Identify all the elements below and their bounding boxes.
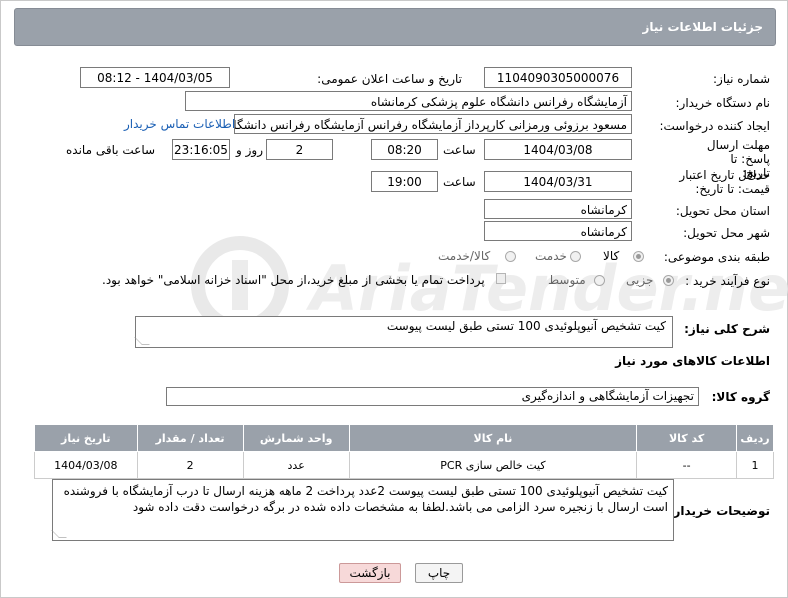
- payment-checkbox[interactable]: [496, 273, 506, 284]
- need-number-field[interactable]: 1104090305000076: [484, 67, 632, 88]
- process-option-medium: متوسط: [548, 273, 586, 287]
- category-radio-goods-service[interactable]: [505, 251, 516, 262]
- cell-item-name: کیت خالص سازی PCR: [348, 451, 638, 479]
- cell-quantity: 2: [136, 451, 244, 479]
- deadline-time-word: ساعت: [443, 143, 476, 157]
- payment-text: پرداخت تمام یا بخشی از مبلغ خرید،از محل …: [102, 273, 485, 287]
- buyer-org-label: نام دستگاه خریدار:: [675, 96, 771, 110]
- page-header: جزئیات اطلاعات نیاز: [14, 8, 776, 46]
- city-field[interactable]: کرمانشاه: [484, 221, 632, 241]
- validity-time-field[interactable]: 19:00: [371, 171, 438, 192]
- resize-handle-icon[interactable]: [51, 530, 67, 538]
- deadline-time-field[interactable]: 08:20: [371, 139, 438, 160]
- buyer-notes-field[interactable]: کیت تشخیص آنیوپلوئیدی 100 تستی طبق لیست …: [51, 479, 674, 541]
- remaining-word: ساعت باقی مانده: [66, 143, 156, 157]
- category-label: طبقه بندی موضوعی:: [663, 250, 770, 264]
- goods-table: ردیف کد کالا نام کالا واحد شمارش تعداد /…: [34, 424, 774, 479]
- category-option-service: خدمت: [535, 249, 567, 263]
- validity-date-field[interactable]: 1404/03/31: [484, 171, 632, 192]
- general-desc-field[interactable]: کیت تشخیص آنیوپلوئیدی 100 تستی طبق لیست …: [134, 316, 673, 348]
- category-radio-goods[interactable]: [633, 251, 644, 262]
- col-unit: واحد شمارش: [242, 424, 350, 452]
- deadline-date-field[interactable]: 1404/03/08: [484, 139, 632, 160]
- days-word: روز و: [236, 143, 263, 157]
- category-option-goods-service: کالا/خدمت: [438, 249, 491, 263]
- price-validity-label: حداقل تاریخ اعتبار قیمت: تا تاریخ:: [679, 168, 770, 196]
- buyer-org-field[interactable]: آزمایشگاه رفرانس دانشگاه علوم پزشکی کرما…: [185, 91, 632, 111]
- process-label: نوع فرآیند خرید :: [685, 274, 770, 288]
- announce-datetime-field[interactable]: 1404/03/05 - 08:12: [80, 67, 230, 88]
- province-label: استان محل تحویل:: [675, 204, 770, 218]
- creator-field[interactable]: مسعود برزوئی ورمزانی کارپرداز آزمایشگاه …: [234, 114, 632, 134]
- col-item-name: نام کالا: [348, 424, 638, 452]
- category-option-goods: کالا: [603, 249, 620, 263]
- col-item-code: کد کالا: [636, 424, 738, 452]
- back-button[interactable]: بازگشت: [339, 563, 401, 583]
- general-desc-label: شرح کلی نیاز:: [684, 322, 770, 336]
- process-option-minor: جزیی: [626, 273, 654, 287]
- col-need-date: تاریخ نیاز: [34, 424, 138, 452]
- cell-item-code: --: [636, 451, 738, 479]
- process-radio-medium[interactable]: [594, 275, 605, 286]
- category-radio-service[interactable]: [570, 251, 581, 262]
- goods-info-title: اطلاعات کالاهای مورد نیاز: [615, 354, 770, 368]
- province-field[interactable]: کرمانشاه: [484, 199, 632, 219]
- page-title: جزئیات اطلاعات نیاز: [642, 20, 763, 34]
- table-row[interactable]: 1 -- کیت خالص سازی PCR عدد 2 1404/03/08: [34, 451, 774, 479]
- cell-unit: عدد: [242, 451, 350, 479]
- cell-need-date: 1404/03/08: [34, 451, 138, 479]
- buyer-contact-link[interactable]: اطلاعات تماس خریدار: [124, 117, 235, 131]
- print-button[interactable]: چاپ: [415, 563, 463, 583]
- need-number-label: شماره نیاز:: [713, 72, 770, 86]
- announce-datetime-label: تاریخ و ساعت اعلان عمومی:: [317, 72, 462, 86]
- goods-group-label: گروه کالا:: [711, 390, 770, 404]
- resize-handle-icon[interactable]: [134, 337, 150, 345]
- process-radio-minor[interactable]: [663, 275, 674, 286]
- col-row-number: ردیف: [736, 424, 774, 452]
- col-quantity: تعداد / مقدار: [136, 424, 244, 452]
- validity-time-word: ساعت: [443, 175, 476, 189]
- city-label: شهر محل تحویل:: [683, 226, 770, 240]
- days-count-field[interactable]: 2: [266, 139, 333, 160]
- cell-row-number: 1: [736, 451, 774, 479]
- general-desc-text: کیت تشخیص آنیوپلوئیدی 100 تستی طبق لیست …: [386, 319, 666, 333]
- remaining-time-field[interactable]: 23:16:05: [172, 139, 230, 160]
- goods-group-field[interactable]: تجهیزات آزمایشگاهی و اندازه‌گیری: [166, 387, 699, 406]
- buyer-notes-label: توضیحات خریدار:: [668, 504, 770, 518]
- creator-label: ایجاد کننده درخواست:: [659, 119, 770, 133]
- table-header-row: ردیف کد کالا نام کالا واحد شمارش تعداد /…: [34, 424, 774, 452]
- buyer-notes-text: کیت تشخیص آنیوپلوئیدی 100 تستی طبق لیست …: [63, 484, 668, 514]
